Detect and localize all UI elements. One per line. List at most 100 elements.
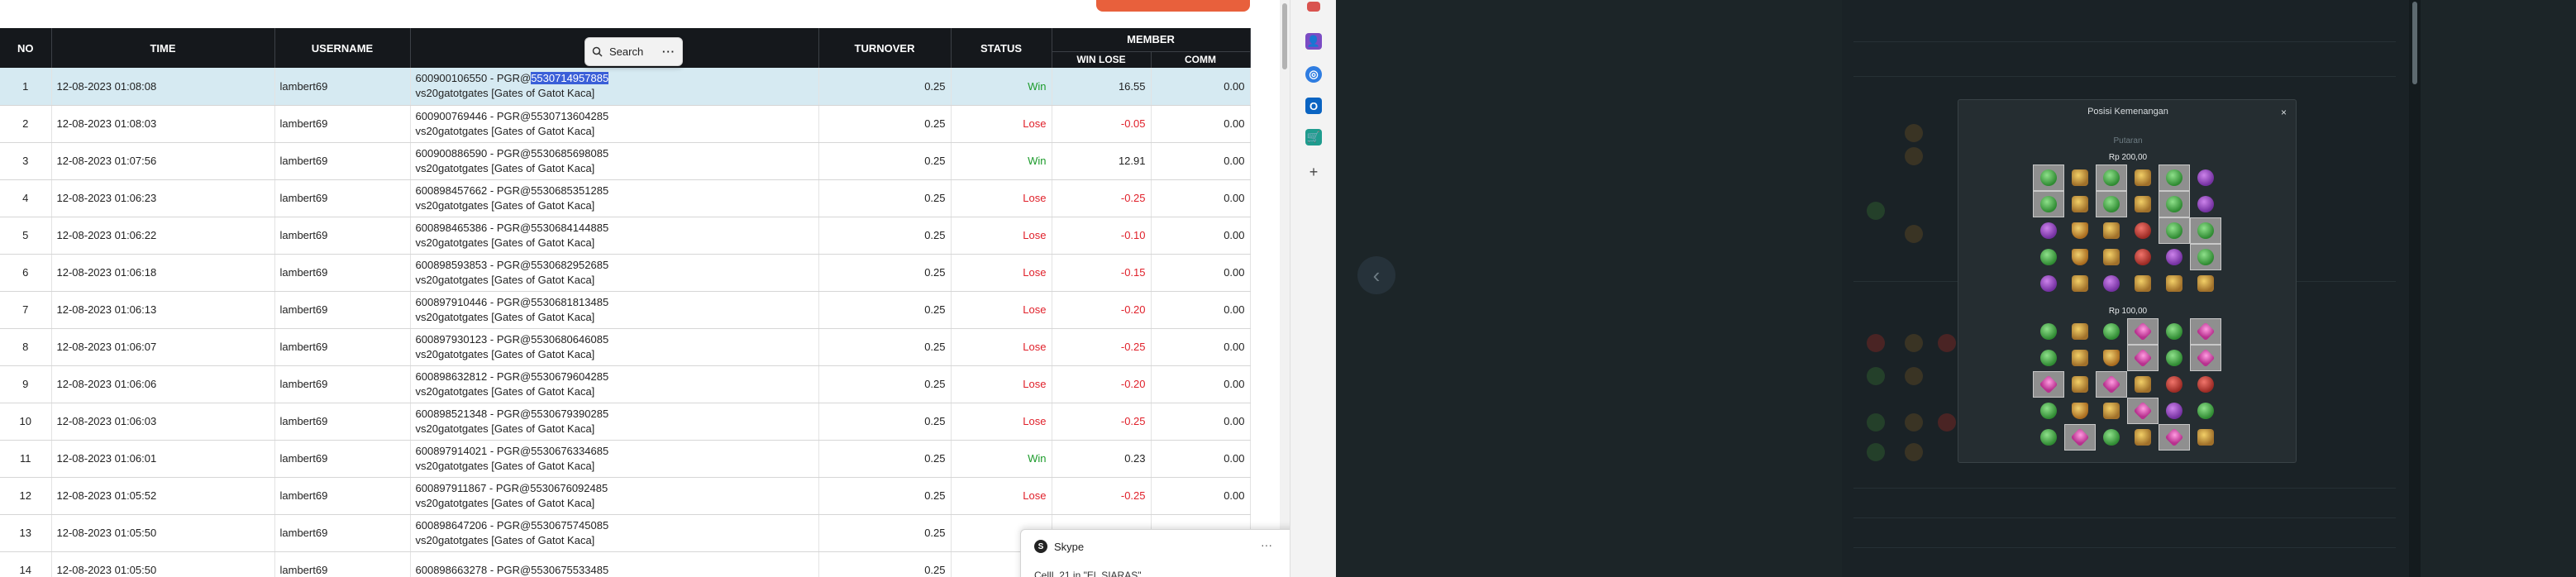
info-id-line: 600898457662 - PGR@5530685351285 (416, 184, 813, 198)
symbol-go-icon (2103, 403, 2120, 419)
cell-info: 600898465386 - PGR@5530684144885 vs20gato… (410, 217, 819, 255)
header-comm[interactable]: COMM (1151, 50, 1251, 68)
symbol-go-icon (2072, 275, 2088, 292)
game-name: vs20gatotgates [Gates of Gatot Kaca] (415, 198, 595, 212)
symbol-cr-icon (2072, 249, 2088, 265)
game-scrollbar[interactable] (2409, 0, 2421, 577)
outlook-icon[interactable]: O (1305, 98, 1322, 114)
table-row[interactable]: 3 12-08-2023 01:07:56 lambert69 60090088659… (0, 142, 1251, 180)
table-row[interactable]: 6 12-08-2023 01:06:18 lambert69 60089859385… (0, 254, 1251, 292)
shopping-icon[interactable]: 🛒 (1305, 129, 1322, 145)
browser-sidebar: 👤 ◎ O 🛒 + (1290, 0, 1336, 577)
symbol-go-icon (2103, 249, 2120, 265)
more-options-icon[interactable]: ··· (662, 45, 675, 58)
header-time[interactable]: TIME (51, 28, 275, 68)
cell-time: 12-08-2023 01:06:13 (51, 291, 275, 329)
modal-close-icon[interactable]: × (2281, 107, 2287, 118)
bet-id-text: 600900769446 - PGR@5530713604285 (415, 109, 609, 122)
cell-status: Lose (951, 328, 1052, 366)
search-label[interactable]: Search (609, 45, 643, 58)
people-icon[interactable]: 👤 (1305, 33, 1322, 50)
header-username[interactable]: USERNAME (274, 28, 411, 68)
bet-id-text: 600897910446 - PGR@5530681813485 (415, 295, 609, 308)
cell-no: 13 (0, 514, 52, 552)
game-name: vs20gatotgates [Gates of Gatot Kaca] (415, 496, 595, 509)
grid-cell (2033, 398, 2064, 424)
grid-cell (2159, 217, 2190, 244)
table-row[interactable]: 5 12-08-2023 01:06:22 lambert69 60089846538… (0, 217, 1251, 255)
symbol-gr-icon (2040, 403, 2057, 419)
scrollbar-thumb[interactable] (2412, 2, 2417, 84)
bet-id-text: 600898457662 - PGR@5530685351285 (415, 184, 609, 197)
table-row[interactable]: 4 12-08-2023 01:06:23 lambert69 60089845766… (0, 179, 1251, 217)
table-row[interactable]: 1 12-08-2023 01:08:08 lambert69 60090010655… (0, 68, 1251, 106)
search-popup[interactable]: Search ··· (584, 37, 683, 66)
symbol-pu-icon (2103, 275, 2120, 292)
symbol-pk-icon (2101, 374, 2121, 394)
grid-cell (2190, 318, 2221, 345)
table-row[interactable]: 9 12-08-2023 01:06:06 lambert69 60089863281… (0, 365, 1251, 403)
search-icon (592, 46, 603, 57)
cell-time: 12-08-2023 01:05:50 (51, 514, 275, 552)
grid-cell (2064, 165, 2096, 191)
cell-turnover: 0.25 (818, 365, 952, 403)
copilot-icon[interactable]: ◎ (1305, 66, 1322, 83)
table-row[interactable]: 12 12-08-2023 01:05:52 lambert69 6008979118… (0, 477, 1251, 515)
symbol-pk-icon (2196, 348, 2216, 368)
symbol-gr-icon (2197, 222, 2214, 239)
cell-time: 12-08-2023 01:06:07 (51, 328, 275, 366)
grid-cell (2033, 371, 2064, 398)
cell-status: Win (951, 68, 1052, 106)
bet-id-text: 600898632812 - PGR@5530679604285 (415, 370, 609, 383)
bet-id-text: 600898521348 - PGR@5530679390285 (415, 407, 609, 420)
add-icon[interactable]: + (1305, 164, 1322, 180)
cell-time: 12-08-2023 01:08:03 (51, 105, 275, 143)
header-turnover[interactable]: TURNOVER (818, 28, 952, 68)
grid-cell (2096, 398, 2127, 424)
cell-status: Lose (951, 403, 1052, 441)
info-id-line: 600898663278 - PGR@5530675533485 (416, 563, 813, 577)
grid-cell (2033, 244, 2064, 270)
header-no[interactable]: NO (0, 28, 52, 68)
action-button[interactable] (1096, 0, 1250, 12)
cell-win-lose: 16.55 (1052, 68, 1152, 106)
table-row[interactable]: 7 12-08-2023 01:06:13 lambert69 60089791044… (0, 291, 1251, 329)
game-name: vs20gatotgates [Gates of Gatot Kaca] (415, 533, 595, 546)
skype-message[interactable]: CellL 21 in "El_SIARAS" (1034, 570, 1141, 577)
header-status[interactable]: STATUS (951, 28, 1052, 68)
info-id-line: 600897911867 - PGR@5530676092485 (416, 481, 813, 496)
symbol-gr-icon (2103, 323, 2120, 340)
cell-time: 12-08-2023 01:06:01 (51, 440, 275, 478)
table-scrollbar[interactable] (1280, 0, 1290, 577)
cell-username: lambert69 (274, 477, 411, 515)
table-row[interactable]: 11 12-08-2023 01:06:01 lambert69 6008979140… (0, 440, 1251, 478)
skype-more-icon[interactable]: ··· (1261, 538, 1272, 551)
cell-time: 12-08-2023 01:06:18 (51, 254, 275, 292)
cell-no: 9 (0, 365, 52, 403)
symbol-cr-icon (2072, 222, 2088, 239)
skype-notification[interactable]: S Skype ··· ✕ CellL 21 in "El_SIARAS" (1020, 529, 1290, 577)
bet-id-text: 600898663278 - PGR@5530675533485 (415, 563, 609, 576)
grid-cell (2190, 270, 2221, 297)
cell-win-lose: -0.15 (1052, 254, 1152, 292)
gift-icon[interactable] (1307, 2, 1320, 12)
game-name: vs20gatotgates [Gates of Gatot Kaca] (415, 273, 595, 286)
symbol-pk-icon (2133, 322, 2153, 341)
info-id-line: 600900886590 - PGR@5530685698085 (416, 146, 813, 161)
cell-time: 12-08-2023 01:06:03 (51, 403, 275, 441)
grid-cell (2096, 165, 2127, 191)
cell-username: lambert69 (274, 105, 411, 143)
back-arrow-icon[interactable]: ‹ (1357, 256, 1395, 294)
table-row[interactable]: 10 12-08-2023 01:06:03 lambert69 6008985213… (0, 403, 1251, 441)
symbol-go-icon (2135, 376, 2151, 393)
header-win-lose[interactable]: WIN LOSE (1052, 50, 1152, 68)
table-row[interactable]: 8 12-08-2023 01:06:07 lambert69 60089793012… (0, 328, 1251, 366)
scrollbar-thumb[interactable] (1282, 3, 1287, 69)
cell-turnover: 0.25 (818, 291, 952, 329)
symbol-go-icon (2072, 376, 2088, 393)
symbol-rd-icon (2166, 376, 2182, 393)
table-row[interactable]: 2 12-08-2023 01:08:03 lambert69 60090076944… (0, 105, 1251, 143)
cell-username: lambert69 (274, 291, 411, 329)
cell-win-lose: -0.20 (1052, 291, 1152, 329)
symbol-gr-icon (2103, 196, 2120, 212)
